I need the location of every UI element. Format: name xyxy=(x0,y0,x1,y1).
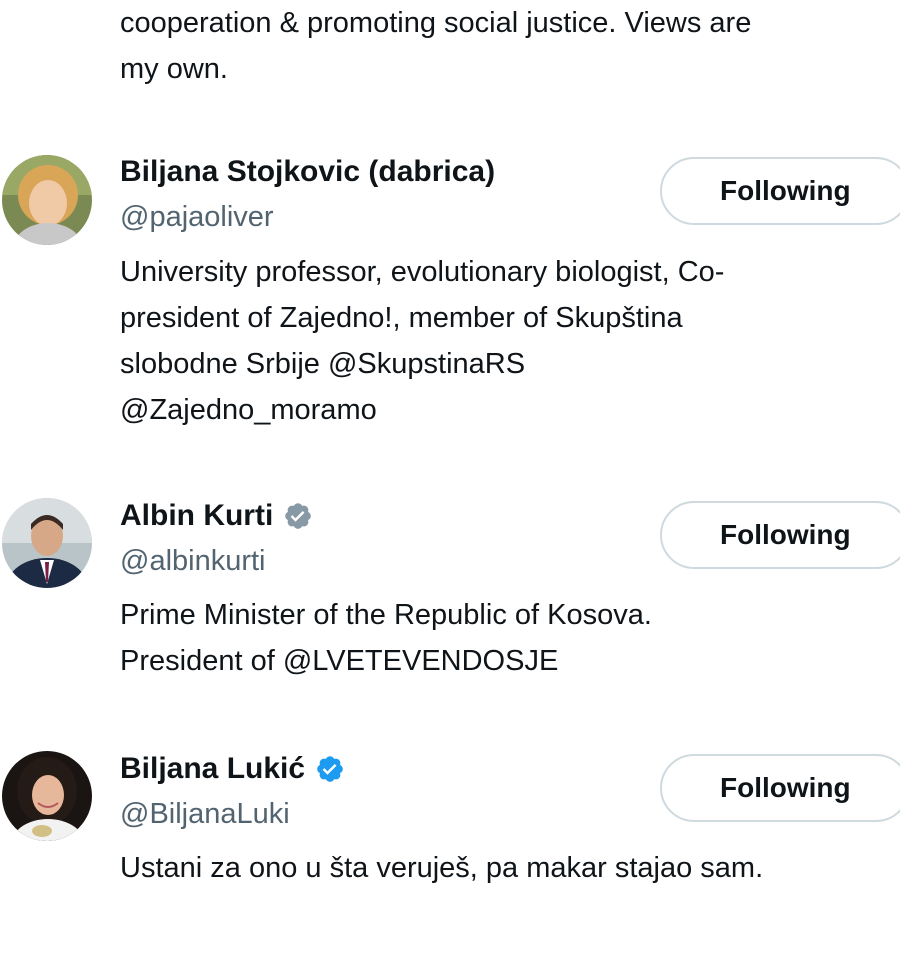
verified-badge-icon xyxy=(283,501,313,531)
verified-badge-icon xyxy=(315,754,345,784)
user-bio: Prime Minister of the Republic of Kosova… xyxy=(120,599,652,677)
following-button[interactable]: Following xyxy=(660,501,900,569)
user-handle[interactable]: @BiljanaLuki xyxy=(120,794,290,834)
user-bio: University professor, evolutionary biolo… xyxy=(120,256,725,426)
user-name[interactable]: Biljana Stojkovic (dabrica) xyxy=(120,152,495,192)
following-button[interactable]: Following xyxy=(660,754,900,822)
user-name[interactable]: Albin Kurti xyxy=(120,496,313,536)
user-name[interactable]: Biljana Lukić xyxy=(120,749,345,789)
user-bio: Ustani za ono u šta veruješ, pa makar st… xyxy=(120,852,764,884)
avatar[interactable] xyxy=(2,498,92,588)
user-handle[interactable]: @albinkurti xyxy=(120,541,266,581)
user-handle[interactable]: @pajaoliver xyxy=(120,197,274,237)
avatar[interactable] xyxy=(2,155,92,245)
following-button[interactable]: Following xyxy=(660,157,900,225)
avatar[interactable] xyxy=(2,751,92,841)
previous-user-bio: cooperation & promoting social justice. … xyxy=(120,7,752,85)
